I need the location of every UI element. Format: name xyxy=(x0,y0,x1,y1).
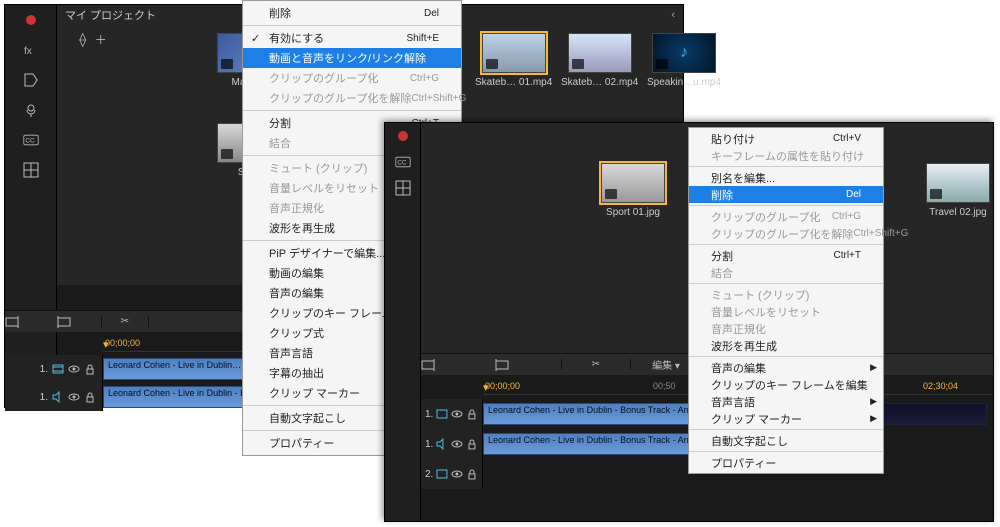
project-title: マイ プロジェクト xyxy=(65,7,156,23)
track-number: 1. xyxy=(40,392,48,403)
timecode: 00;00;00 xyxy=(485,381,520,391)
menu-paste-keyframe-attrs[interactable]: キーフレームの属性を貼り付け xyxy=(689,147,883,164)
track-head: 1. xyxy=(421,429,483,459)
thumb-label: Speakin…u.mp4 xyxy=(647,77,721,88)
left-toolbar: fx CC xyxy=(5,5,57,407)
track-head: 1. xyxy=(5,383,103,411)
menu-normalize[interactable]: 音声正規化 xyxy=(689,320,883,337)
speaker-icon[interactable] xyxy=(436,438,448,450)
menu-enable[interactable]: ✓有効にするShift+E xyxy=(243,28,461,48)
tool-cut-right-icon[interactable] xyxy=(53,315,101,329)
track-number: 1. xyxy=(425,439,433,450)
eye-icon[interactable] xyxy=(451,438,463,450)
submenu-arrow-icon: ▶ xyxy=(870,413,877,424)
lock-icon[interactable] xyxy=(84,391,96,403)
thumb-image xyxy=(482,33,546,73)
film-icon[interactable] xyxy=(436,468,448,480)
menu-clip-marker[interactable]: クリップ マーカー▶ xyxy=(689,410,883,427)
svg-text:CC: CC xyxy=(25,137,35,144)
thumb-image: ♪ xyxy=(652,33,716,73)
film-icon[interactable] xyxy=(52,363,64,375)
eye-icon[interactable] xyxy=(451,408,463,420)
menu-group[interactable]: クリップのグループ化Ctrl+G xyxy=(243,68,461,88)
thumb-label: Travel 02.jpg xyxy=(929,207,986,218)
menu-ungroup[interactable]: クリップのグループ化を解除Ctrl+Shift+G xyxy=(689,225,883,242)
thumb-image xyxy=(601,163,665,203)
mic-icon[interactable] xyxy=(5,95,56,125)
submenu-arrow-icon: ▶ xyxy=(870,362,877,373)
scissors-icon[interactable]: ✂ xyxy=(101,316,149,327)
menu-paste[interactable]: 貼り付けCtrl+V xyxy=(689,130,883,147)
grid-icon[interactable] xyxy=(385,175,420,201)
scissors-icon[interactable]: ✂ xyxy=(561,359,631,370)
lock-icon[interactable] xyxy=(466,468,478,480)
track-number: 1. xyxy=(425,409,433,420)
menu-split[interactable]: 分割Ctrl+T xyxy=(689,247,883,264)
film-icon[interactable] xyxy=(436,408,448,420)
thumb-image xyxy=(568,33,632,73)
eye-icon[interactable] xyxy=(451,468,463,480)
timecode: 02;30;04 xyxy=(923,381,958,391)
context-menu-b: 貼り付けCtrl+V キーフレームの属性を貼り付け 別名を編集... 削除Del… xyxy=(688,127,884,474)
svg-text:fx: fx xyxy=(24,46,32,57)
tag-icon[interactable] xyxy=(5,65,56,95)
left-toolbar: CC xyxy=(385,123,421,521)
grid-icon[interactable] xyxy=(5,155,56,185)
submenu-arrow-icon: ▶ xyxy=(870,396,877,407)
eye-icon[interactable] xyxy=(68,391,80,403)
tool-cut-left-icon[interactable] xyxy=(5,315,53,329)
track-head: 2. xyxy=(421,459,483,489)
menu-edit-keyframes[interactable]: クリップのキー フレームを編集 xyxy=(689,376,883,393)
thumb-label: Skateb… 01.mp4 xyxy=(475,77,552,88)
track-number: 2. xyxy=(425,469,433,480)
menu-regen-waveform[interactable]: 波形を再生成 xyxy=(689,337,883,354)
cc-icon[interactable]: CC xyxy=(5,125,56,155)
menu-ungroup[interactable]: クリップのグループ化を解除Ctrl+Shift+G xyxy=(243,88,461,108)
eye-icon[interactable] xyxy=(68,363,80,375)
menu-reset-volume[interactable]: 音量レベルをリセット xyxy=(689,303,883,320)
media-thumb[interactable]: Travel 02.jpg xyxy=(926,163,990,218)
cc-icon[interactable]: CC xyxy=(385,149,420,175)
menu-edit-alias[interactable]: 別名を編集... xyxy=(689,169,883,186)
fx-icon[interactable]: fx xyxy=(5,35,56,65)
tool-cut-left-icon[interactable] xyxy=(421,358,491,372)
media-thumb[interactable]: Skateb… 02.mp4 xyxy=(561,33,638,88)
menu-link-unlink[interactable]: 動画と音声をリンク/リンク解除 xyxy=(243,48,461,68)
check-icon: ✓ xyxy=(251,32,260,45)
collapse-icon[interactable]: ‹ xyxy=(671,9,675,21)
lock-icon[interactable] xyxy=(466,438,478,450)
media-thumb[interactable]: Skateb… 01.mp4 xyxy=(475,33,552,88)
svg-text:CC: CC xyxy=(397,159,407,166)
menu-delete[interactable]: 削除Del xyxy=(689,186,883,203)
menu-audio-language[interactable]: 音声言語▶ xyxy=(689,393,883,410)
menu-edit-audio[interactable]: 音声の編集▶ xyxy=(689,359,883,376)
menu-group[interactable]: クリップのグループ化Ctrl+G xyxy=(689,208,883,225)
thumb-label: Skateb… 02.mp4 xyxy=(561,77,638,88)
media-thumb[interactable]: Sport 01.jpg xyxy=(601,163,665,218)
track-head: 1. xyxy=(5,355,103,383)
record-icon[interactable] xyxy=(5,5,56,35)
timecode: 00;00;00 xyxy=(105,338,140,348)
record-icon[interactable] xyxy=(385,123,420,149)
media-thumb[interactable]: ♪ Speakin…u.mp4 xyxy=(647,33,721,88)
menu-delete[interactable]: 削除Del xyxy=(243,3,461,23)
track-number: 1. xyxy=(40,364,48,375)
icon-tag[interactable]: ⟠ xyxy=(79,31,86,48)
tool-cut-right-icon[interactable] xyxy=(491,358,561,372)
menu-properties[interactable]: プロパティー xyxy=(689,454,883,471)
track-head: 1. xyxy=(421,399,483,429)
menu-mute[interactable]: ミュート (クリップ) xyxy=(689,286,883,303)
thumb-label: Sport 01.jpg xyxy=(606,207,660,218)
menu-combine[interactable]: 結合 xyxy=(689,264,883,281)
lock-icon[interactable] xyxy=(466,408,478,420)
speaker-icon[interactable] xyxy=(52,391,64,403)
thumb-image xyxy=(926,163,990,203)
menu-auto-transcribe[interactable]: 自動文字起こし xyxy=(689,432,883,449)
timecode: 00;50 xyxy=(653,381,676,391)
icon-plus[interactable]: ＋ xyxy=(95,31,107,48)
lock-icon[interactable] xyxy=(84,363,96,375)
